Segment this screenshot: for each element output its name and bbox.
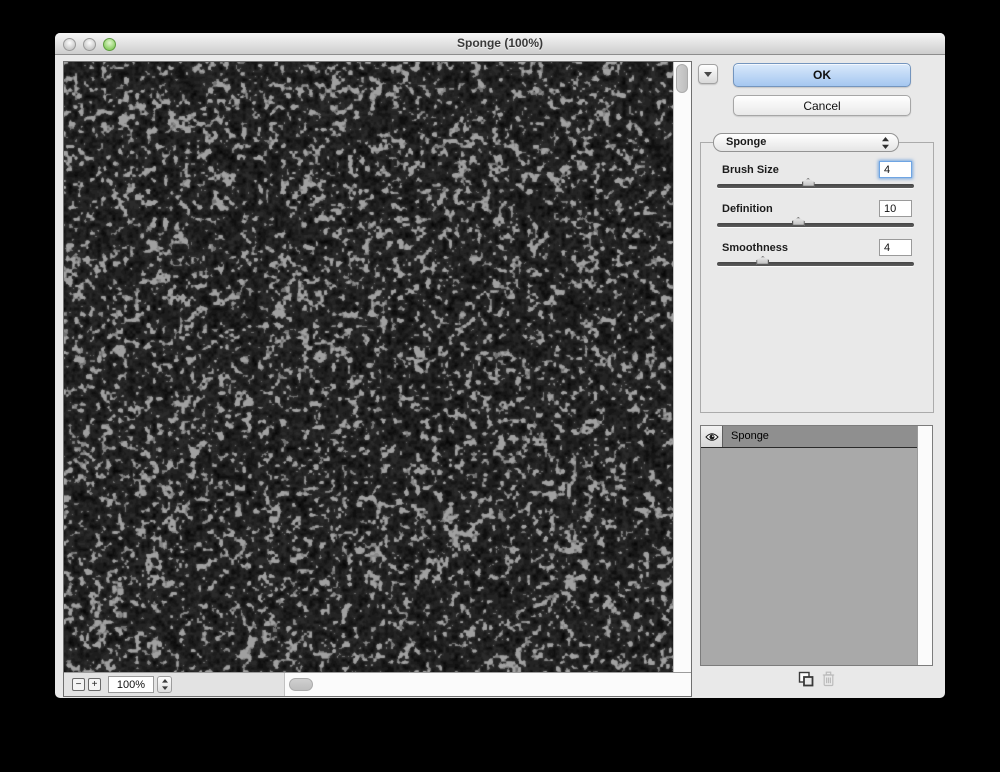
trash-icon bbox=[822, 671, 835, 686]
horizontal-scrollbar[interactable] bbox=[284, 673, 691, 696]
filter-select-value: Sponge bbox=[726, 136, 767, 148]
popup-stepper-icon bbox=[882, 137, 889, 155]
eye-icon bbox=[704, 432, 719, 441]
effect-layer-row[interactable]: Sponge bbox=[701, 426, 917, 448]
layer-visibility-toggle[interactable] bbox=[701, 426, 723, 447]
zoom-out-button[interactable]: − bbox=[72, 678, 85, 691]
new-effect-layer-button[interactable] bbox=[796, 669, 815, 688]
effect-layers-panel: Sponge bbox=[700, 425, 933, 666]
preview-pane: − + bbox=[63, 61, 692, 697]
layers-scrollbar[interactable] bbox=[917, 426, 932, 665]
filter-gallery-window: Sponge (100%) − + OK Cancel Sponge bbox=[55, 33, 945, 698]
window-title: Sponge (100%) bbox=[456, 36, 543, 50]
zoom-in-button[interactable]: + bbox=[88, 678, 101, 691]
delete-effect-layer-button[interactable] bbox=[819, 669, 838, 688]
filter-options-group bbox=[700, 142, 934, 413]
effect-layer-name: Sponge bbox=[731, 430, 769, 442]
preview-statusbar: − + bbox=[64, 672, 691, 696]
up-down-arrows-icon bbox=[161, 679, 168, 690]
hide-thumbnails-button[interactable] bbox=[698, 64, 718, 84]
horizontal-scrollbar-thumb[interactable] bbox=[289, 678, 313, 691]
new-layer-icon bbox=[798, 671, 813, 686]
vertical-scrollbar-thumb[interactable] bbox=[676, 64, 688, 93]
cancel-button[interactable]: Cancel bbox=[733, 95, 911, 116]
zoom-level-field[interactable] bbox=[108, 676, 154, 693]
filter-select-dropdown[interactable]: Sponge bbox=[713, 133, 899, 152]
titlebar[interactable]: Sponge (100%) bbox=[55, 33, 945, 55]
chevron-down-icon bbox=[704, 71, 712, 77]
preview-texture[interactable] bbox=[64, 62, 673, 672]
ok-button[interactable]: OK bbox=[733, 63, 911, 87]
vertical-scrollbar[interactable] bbox=[673, 62, 691, 672]
zoom-stepper[interactable] bbox=[157, 676, 172, 693]
